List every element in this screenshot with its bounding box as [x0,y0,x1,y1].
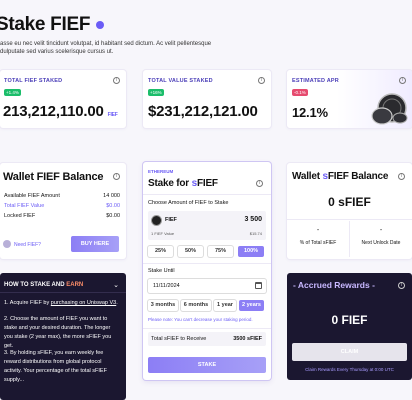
receive-box: Total sFIEF to Receive 3500 sFIEF [148,332,266,346]
sfief-title: Wallet sFIEF Balance [292,171,389,182]
calendar-icon [255,282,262,289]
date-value: 11/11/2024 [153,283,180,289]
apr-value: 12.1% [292,105,328,120]
duration-2-years-button[interactable]: 2 years [239,300,264,311]
verified-icon [96,20,105,29]
choose-amount-label: Choose Amount of FIEF to Stake [148,200,229,206]
percent-25-button[interactable]: 25% [148,246,173,257]
page-title: Stake FIEF [0,14,105,36]
page-subtitle-line1: asse eu nec velit tincidunt volutpat, id… [0,41,212,47]
info-icon[interactable]: i [258,77,265,84]
change-badge: +1.4% [4,89,21,96]
stake-panel: ETHEREUM Stake for sFIEF i Choose Amount… [143,162,271,380]
wallet-fief-balance-card: Wallet FIEF Balance i Available FIEF Amo… [0,163,126,259]
info-icon[interactable]: i [398,173,405,180]
info-icon[interactable]: i [256,180,263,187]
how-to-title: HOW TO STAKE AND EARN [4,282,84,288]
how-to-stake-panel: HOW TO STAKE AND EARN ⌄ 1. Acquire FIEF … [0,273,126,400]
how-to-step-2: 2. Choose the amount of FIEF you want to… [4,316,112,349]
need-fief-label: Need FIEF? [14,242,41,248]
rewards-value: 0 FIEF [331,313,368,327]
total-value-amount: $231,212,121.00 [148,103,258,120]
claim-button[interactable]: CLAIM [292,343,407,361]
coins-illustration-icon [371,93,408,125]
wallet-row: Total FIEF Value $0.00 [4,203,120,209]
change-badge: +16% [148,89,164,96]
receive-value: 3500 sFIEF [233,336,262,342]
apr-label: ESTIMATED APR [292,78,339,84]
date-input[interactable]: 11/11/2024 [148,279,266,293]
wallet-row: Available FIEF Amount 14 000 [4,193,120,199]
wallet-row: Locked FIEF $0.00 [4,213,120,219]
how-to-step-3: 3. By holding sFIEF, you earn weekly fee… [4,350,107,383]
pct-total-value: - [316,227,320,234]
fief-token-icon [151,215,162,226]
info-icon[interactable]: i [398,282,405,289]
total-value-label: TOTAL VALUE STAKED [148,78,213,84]
duration-3-months-button[interactable]: 3 months [148,300,178,311]
page-subtitle-line2: dulputate sed varius scelerisque cursus … [0,49,114,55]
wallet-sfief-balance-card: Wallet sFIEF Balance i 0 sFIEF - - % of … [287,163,412,259]
duration-6-months-button[interactable]: 6 months [181,300,211,311]
stake-button[interactable]: STAKE [148,357,266,373]
receive-label: Total sFIEF to Receive [151,336,207,342]
total-fief-staked-card: TOTAL FIEF STAKED i +1.4% 213,212,110.00… [0,70,126,128]
unlock-date-value: - [379,227,383,234]
duration-1-year-button[interactable]: 1 year [214,300,236,311]
stake-until-label: Stake Until [148,268,175,274]
buy-here-button[interactable]: BUY HERE [71,236,119,252]
wallet-title: Wallet FIEF Balance [3,171,104,183]
pct-total-label: % of Total sFIEF [299,240,337,246]
percent-75-button[interactable]: 75% [208,246,233,257]
total-fief-value: 213,212,110.00 FIEF [3,103,118,120]
stake-amount-input[interactable]: 3 500 [244,216,262,223]
uniswap-link[interactable]: purchasing on Uniswap V3 [51,300,116,306]
how-to-step-1: 1. Acquire FIEF by purchasing on Uniswap… [4,300,118,306]
token-value-label: 1 FIEF Value [151,231,175,236]
info-icon[interactable]: i [113,173,120,180]
info-icon[interactable]: i [399,77,406,84]
claim-note: Claim Rewards Every Thursday at 0:00 UTC [305,367,394,372]
chevron-down-icon[interactable]: ⌄ [113,281,119,289]
percent-100-button[interactable]: 100% [238,246,264,257]
staking-period-note: Please note: You can't decrease your sta… [148,317,253,322]
total-fief-label: TOTAL FIEF STAKED [4,78,63,84]
percent-50-button[interactable]: 50% [178,246,203,257]
sfief-balance-value: 0 sFIEF [328,195,371,209]
unlock-date-label: Next Unlock Date [361,240,401,246]
token-value: $15.74 [249,231,262,236]
accrued-rewards-panel: - Accrued Rewards - i 0 FIEF CLAIM Claim… [287,273,412,380]
fief-token-icon [3,240,11,248]
network-label: ETHEREUM [148,169,174,174]
total-value-staked-card: TOTAL VALUE STAKED i +16% $231,212,121.0… [143,70,271,128]
info-icon[interactable]: i [113,77,120,84]
token-label: FIEF [165,217,177,223]
rewards-title: - Accrued Rewards - [293,280,375,290]
change-badge: -0.1% [292,89,308,96]
amount-box: FIEF 3 500 1 FIEF Value $15.74 [148,211,266,240]
stake-title: Stake for sFIEF [148,178,218,189]
estimated-apr-card: ESTIMATED APR i -0.1% 12.1% [287,70,412,128]
